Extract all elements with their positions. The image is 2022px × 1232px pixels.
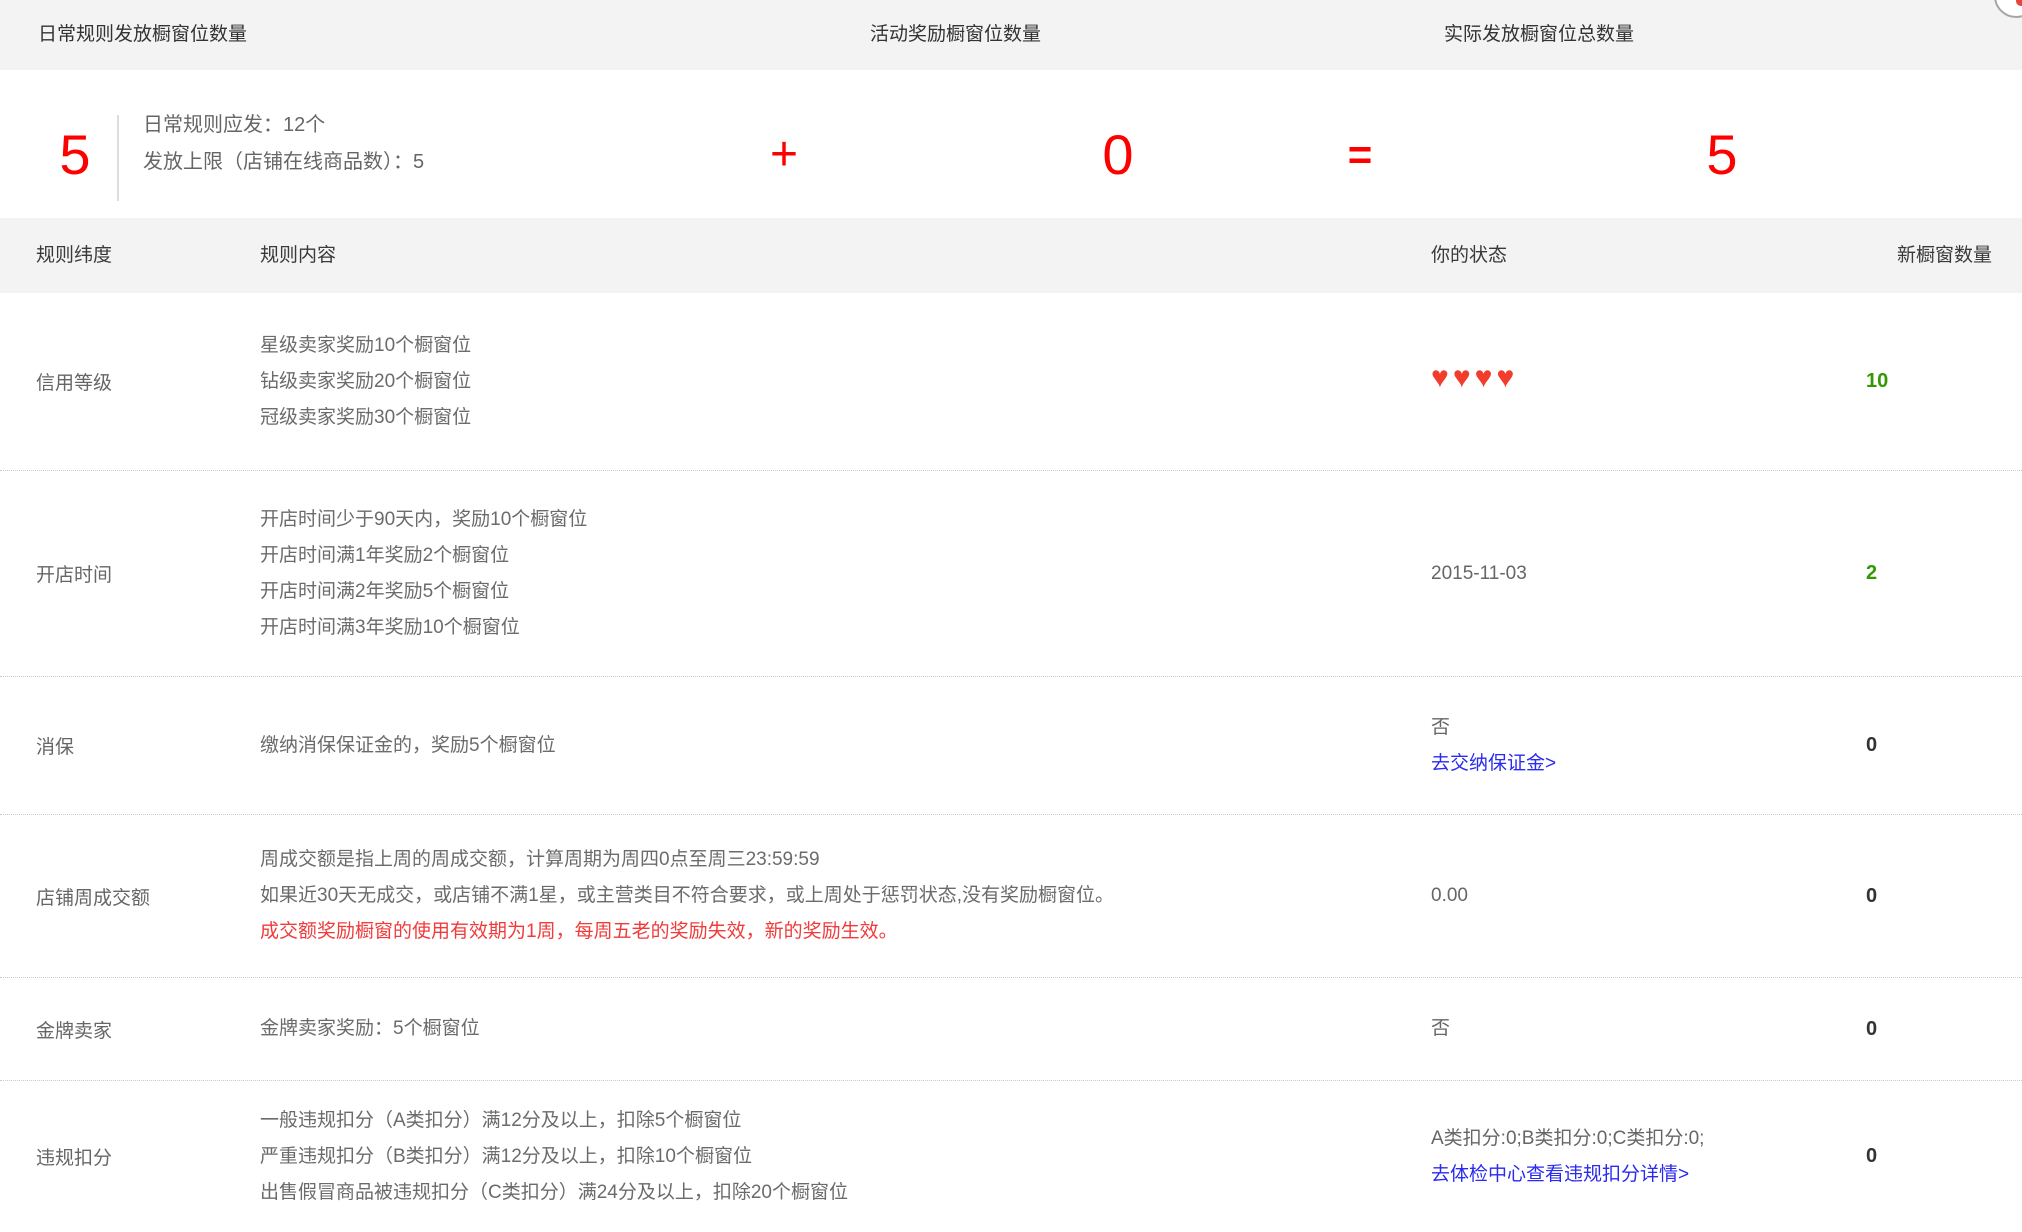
rule-content-line: 成交额奖励橱窗的使用有效期为1周，每周五老的奖励失效，新的奖励生效。 — [260, 914, 1431, 950]
new-count-value: 0 — [1866, 1018, 1877, 1040]
activity-reward-count-title: 活动奖励橱窗位数量 — [870, 0, 1041, 70]
rule-content-line: 星级卖家奖励10个橱窗位 — [260, 328, 1431, 364]
new-count-cell: 0 — [1791, 734, 2022, 757]
new-count-cell: 10 — [1791, 370, 2022, 393]
status-action-link[interactable]: 去体检中心查看违规扣分详情> — [1431, 1164, 1689, 1185]
rule-content-cell: 星级卖家奖励10个橱窗位钻级卖家奖励20个橱窗位冠级卖家奖励30个橱窗位 — [260, 328, 1431, 436]
header-rule-content: 规则内容 — [260, 218, 336, 293]
rules-table-body: 信用等级 星级卖家奖励10个橱窗位钻级卖家奖励20个橱窗位冠级卖家奖励30个橱窗… — [0, 293, 2022, 1232]
rule-content-line: 一般违规扣分（A类扣分）满12分及以上，扣除5个橱窗位 — [260, 1103, 1431, 1139]
daily-note-expected: 日常规则应发：12个 — [143, 112, 424, 138]
rule-content-line: 严重违规扣分（B类扣分）满12分及以上，扣除10个橱窗位 — [260, 1139, 1431, 1175]
new-count-cell: 0 — [1791, 1145, 2022, 1168]
rule-content-line: 钻级卖家奖励20个橱窗位 — [260, 364, 1431, 400]
table-row: 消保 缴纳消保保证金的，奖励5个橱窗位 否去交纳保证金> 0 — [0, 677, 2022, 815]
status-cell: 否 — [1431, 1011, 1791, 1047]
rule-content-cell: 一般违规扣分（A类扣分）满12分及以上，扣除5个橱窗位严重违规扣分（B类扣分）满… — [260, 1103, 1431, 1211]
credit-level-hearts-icon: ♥♥♥♥ — [1431, 361, 1518, 394]
actual-total-count-title: 实际发放橱窗位总数量 — [1444, 0, 1634, 70]
rule-content-line: 开店时间满1年奖励2个橱窗位 — [260, 538, 1431, 574]
header-new-showcase-count: 新橱窗数量 — [1897, 218, 1992, 293]
status-text: 2015-11-03 — [1431, 556, 1791, 592]
table-row: 金牌卖家 金牌卖家奖励：5个橱窗位 否 0 — [0, 978, 2022, 1081]
new-count-value: 0 — [1866, 1145, 1877, 1167]
rule-dimension-label: 信用等级 — [36, 368, 260, 395]
new-count-value: 10 — [1866, 370, 1888, 392]
status-action-link[interactable]: 去交纳保证金> — [1431, 753, 1556, 774]
daily-note-cap: 发放上限（店铺在线商品数）：5 — [143, 149, 424, 175]
showcase-slot-rules-page: 日常规则发放橱窗位数量 活动奖励橱窗位数量 实际发放橱窗位总数量 5 日常规则应… — [0, 0, 2022, 1232]
status-text: A类扣分:0;B类扣分:0;C类扣分:0; — [1431, 1121, 1791, 1157]
equals-operator: = — [1348, 134, 1373, 176]
header-your-status: 你的状态 — [1431, 218, 1507, 293]
rule-content-line: 出售假冒商品被违规扣分（C类扣分）满24分及以上，扣除20个橱窗位 — [260, 1175, 1431, 1211]
daily-rule-count-title: 日常规则发放橱窗位数量 — [38, 0, 247, 70]
status-cell: 2015-11-03 — [1431, 556, 1791, 592]
status-text: 否 — [1431, 710, 1791, 746]
rule-content-cell: 周成交额是指上周的周成交额，计算周期为周四0点至周三23:59:59如果近30天… — [260, 842, 1431, 950]
table-row: 违规扣分 一般违规扣分（A类扣分）满12分及以上，扣除5个橱窗位严重违规扣分（B… — [0, 1081, 2022, 1232]
new-count-value: 0 — [1866, 885, 1877, 907]
rule-content-line: 缴纳消保保证金的，奖励5个橱窗位 — [260, 728, 1431, 764]
new-count-value: 2 — [1866, 562, 1877, 584]
table-row: 店铺周成交额 周成交额是指上周的周成交额，计算周期为周四0点至周三23:59:5… — [0, 815, 2022, 978]
rule-dimension-label: 违规扣分 — [36, 1143, 260, 1170]
badge-dot-icon — [2016, 0, 2022, 6]
table-header-row: 规则纬度 规则内容 你的状态 新橱窗数量 — [0, 218, 2022, 293]
rule-content-line: 开店时间少于90天内，奖励10个橱窗位 — [260, 502, 1431, 538]
new-count-value: 0 — [1866, 734, 1877, 756]
activity-count-value: 0 — [1102, 127, 1133, 183]
rule-content-line: 冠级卖家奖励30个橱窗位 — [260, 400, 1431, 436]
status-link-row: 去体检中心查看违规扣分详情> — [1431, 1157, 1791, 1193]
total-count-value: 5 — [1706, 127, 1737, 183]
rule-content-line: 如果近30天无成交，或店铺不满1星，或主营类目不符合要求，或上周处于惩罚状态,没… — [260, 878, 1431, 914]
rule-content-line: 周成交额是指上周的周成交额，计算周期为周四0点至周三23:59:59 — [260, 842, 1431, 878]
status-cell: 0.00 — [1431, 878, 1791, 914]
summary-title-bar: 日常规则发放橱窗位数量 活动奖励橱窗位数量 实际发放橱窗位总数量 — [0, 0, 2022, 70]
rule-dimension-label: 消保 — [36, 732, 260, 759]
status-cell: 否去交纳保证金> — [1431, 710, 1791, 782]
rule-content-line: 金牌卖家奖励：5个橱窗位 — [260, 1011, 1431, 1047]
daily-count-value: 5 — [59, 127, 90, 183]
plus-operator: + — [770, 131, 798, 179]
status-cell: ♥♥♥♥ — [1431, 363, 1791, 400]
status-cell: A类扣分:0;B类扣分:0;C类扣分:0; 去体检中心查看违规扣分详情> — [1431, 1121, 1791, 1193]
status-text: 0.00 — [1431, 878, 1791, 914]
table-row: 信用等级 星级卖家奖励10个橱窗位钻级卖家奖励20个橱窗位冠级卖家奖励30个橱窗… — [0, 293, 2022, 471]
rule-content-cell: 缴纳消保保证金的，奖励5个橱窗位 — [260, 728, 1431, 764]
new-count-cell: 0 — [1791, 1018, 2022, 1041]
summary-calculation-row: 5 日常规则应发：12个 发放上限（店铺在线商品数）：5 + 0 = 5 — [0, 70, 2022, 218]
table-row: 开店时间 开店时间少于90天内，奖励10个橱窗位开店时间满1年奖励2个橱窗位开店… — [0, 471, 2022, 677]
rule-dimension-label: 店铺周成交额 — [36, 883, 260, 910]
new-count-cell: 2 — [1791, 562, 2022, 585]
header-rule-dimension: 规则纬度 — [36, 218, 112, 293]
new-count-cell: 0 — [1791, 885, 2022, 908]
status-text: 否 — [1431, 1011, 1791, 1047]
rule-content-cell: 金牌卖家奖励：5个橱窗位 — [260, 1011, 1431, 1047]
rule-content-line: 开店时间满3年奖励10个橱窗位 — [260, 610, 1431, 646]
vertical-divider — [117, 115, 119, 201]
status-link-row: 去交纳保证金> — [1431, 746, 1791, 782]
daily-notes: 日常规则应发：12个 发放上限（店铺在线商品数）：5 — [143, 112, 424, 175]
rule-dimension-label: 金牌卖家 — [36, 1016, 260, 1043]
rule-content-cell: 开店时间少于90天内，奖励10个橱窗位开店时间满1年奖励2个橱窗位开店时间满2年… — [260, 502, 1431, 646]
rule-content-line: 开店时间满2年奖励5个橱窗位 — [260, 574, 1431, 610]
rule-dimension-label: 开店时间 — [36, 560, 260, 587]
